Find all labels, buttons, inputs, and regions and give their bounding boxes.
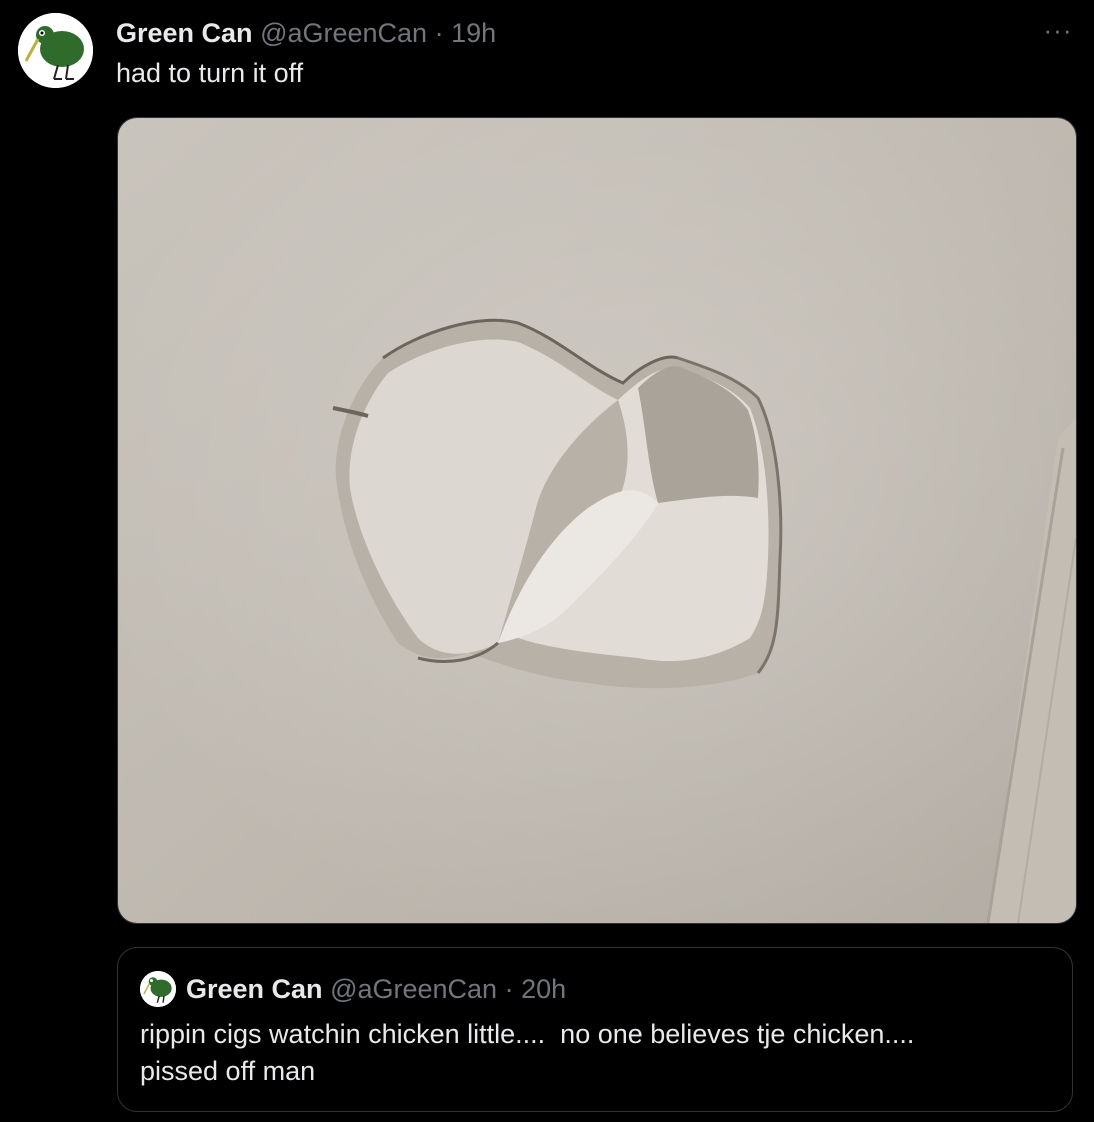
- author-handle[interactable]: @aGreenCan: [260, 18, 427, 48]
- quoted-tweet-text: rippin cigs watchin chicken little.... n…: [140, 1016, 1040, 1090]
- more-options-button[interactable]: ···: [1040, 15, 1076, 48]
- more-horizontal-icon: ···: [1043, 15, 1073, 45]
- quoted-author-handle: @aGreenCan: [330, 974, 498, 1004]
- separator-dot: ·: [504, 974, 514, 1004]
- quoted-tweet-timestamp: 20h: [521, 974, 567, 1004]
- kiwi-bird-icon: [140, 971, 176, 1007]
- separator-dot: ·: [434, 18, 444, 48]
- quoted-author-name: Green Can: [186, 974, 323, 1004]
- tweet-text: had to turn it off: [116, 58, 304, 88]
- tweet-header: Green Can @aGreenCan · 19h: [116, 16, 496, 50]
- quoted-tweet-text-line-1: rippin cigs watchin chicken little.... n…: [140, 1019, 915, 1049]
- tweet-media-image[interactable]: [117, 117, 1077, 924]
- author-avatar[interactable]: [18, 13, 93, 88]
- quoted-tweet-header: Green Can @aGreenCan · 20h: [186, 972, 566, 1006]
- kiwi-bird-icon: [18, 13, 93, 88]
- quoted-tweet-card[interactable]: Green Can @aGreenCan · 20h rippin cigs w…: [117, 947, 1073, 1112]
- author-name[interactable]: Green Can: [116, 18, 253, 48]
- quoted-author-avatar: [140, 971, 176, 1007]
- tweet-timestamp[interactable]: 19h: [451, 18, 496, 48]
- quoted-tweet-text-line-2: pissed off man: [140, 1056, 316, 1086]
